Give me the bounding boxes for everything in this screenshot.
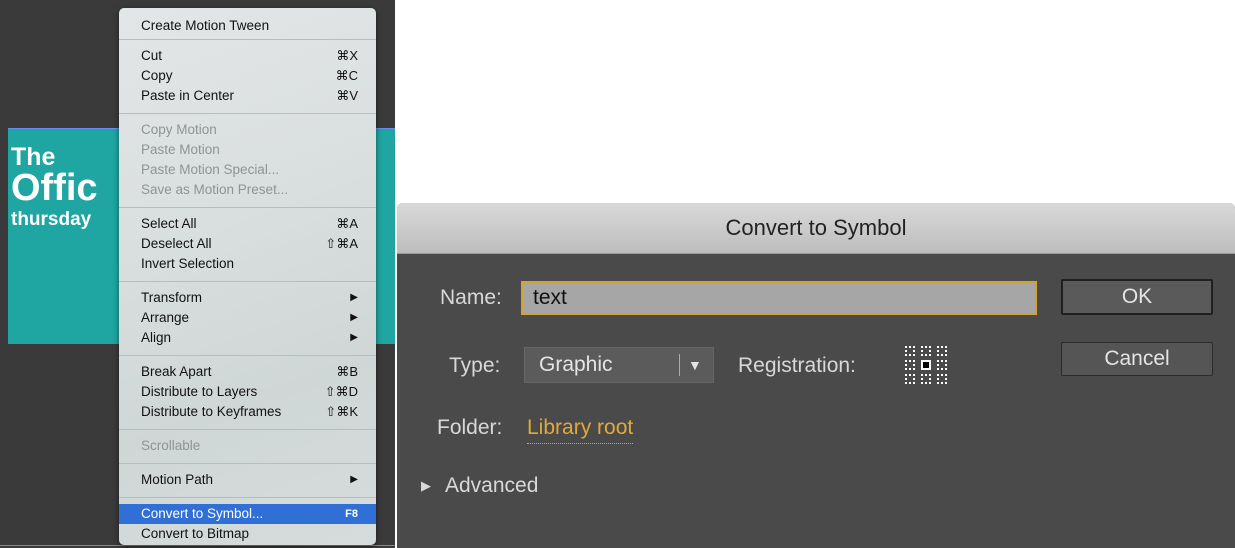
menu-separator	[119, 39, 376, 40]
menu-item-invert-selection[interactable]: Invert Selection	[119, 254, 376, 274]
name-label: Name:	[440, 286, 502, 309]
registration-point-top-left[interactable]	[905, 346, 915, 356]
registration-point-center[interactable]	[921, 360, 931, 370]
type-value: Graphic	[539, 353, 613, 376]
menu-item-shortcut: ⌘A	[336, 216, 358, 231]
registration-label: Registration:	[738, 354, 856, 377]
menu-item-label: Select All	[141, 216, 197, 231]
menu-item-label: Create Motion Tween	[141, 18, 270, 33]
menu-item-label: Copy	[141, 68, 173, 83]
menu-item-distribute-to-layers[interactable]: Distribute to Layers ⇧⌘D	[119, 382, 376, 402]
menu-item-align[interactable]: Align ▶	[119, 328, 376, 348]
menu-item-label: Transform	[141, 290, 203, 305]
menu-item-label: Break Apart	[141, 364, 212, 379]
menu-item-label: Align	[141, 330, 172, 345]
chevron-down-icon: ▼	[688, 357, 702, 373]
submenu-arrow-icon: ▶	[350, 474, 358, 485]
registration-grid[interactable]	[905, 346, 947, 384]
menu-separator	[119, 113, 376, 114]
menu-item-paste-in-center[interactable]: Paste in Center ⌘V	[119, 86, 376, 106]
menu-item-cut[interactable]: Cut ⌘X	[119, 46, 376, 66]
menu-item-paste-motion-special: Paste Motion Special...	[119, 160, 376, 180]
menu-item-paste-motion: Paste Motion	[119, 140, 376, 160]
menu-item-shortcut: ⇧⌘K	[325, 404, 358, 419]
menu-separator	[119, 497, 376, 498]
menu-separator	[119, 429, 376, 430]
menu-item-label: Copy Motion	[141, 122, 217, 137]
menu-item-shortcut: ⇧⌘A	[325, 236, 358, 251]
menu-item-copy-motion: Copy Motion	[119, 120, 376, 140]
stage-area: The Offic thursday Create Motion Tween Cu…	[0, 0, 395, 548]
menu-item-label: Scrollable	[141, 438, 201, 453]
menu-item-label: Motion Path	[141, 472, 214, 487]
menu-item-label: Distribute to Keyframes	[141, 404, 282, 419]
menu-separator	[119, 355, 376, 356]
menu-item-transform[interactable]: Transform ▶	[119, 288, 376, 308]
menu-item-convert-to-symbol[interactable]: Convert to Symbol... F8	[119, 504, 376, 524]
context-menu: Create Motion Tween Cut ⌘X Copy ⌘C Paste in C…	[119, 8, 376, 545]
ok-button[interactable]: OK	[1061, 279, 1213, 315]
registration-point-middle-left[interactable]	[905, 360, 915, 370]
stage-divider	[0, 545, 395, 546]
banner-text-line3: thursday	[11, 209, 92, 230]
menu-separator	[119, 281, 376, 282]
menu-separator	[119, 463, 376, 464]
submenu-arrow-icon: ▶	[350, 332, 358, 343]
name-input[interactable]	[521, 281, 1037, 315]
folder-link[interactable]: Library root	[527, 413, 634, 444]
submenu-arrow-icon: ▶	[350, 292, 358, 303]
menu-item-save-as-motion-preset: Save as Motion Preset...	[119, 180, 376, 200]
menu-item-deselect-all[interactable]: Deselect All ⇧⌘A	[119, 234, 376, 254]
menu-item-label: Deselect All	[141, 236, 212, 251]
dropdown-divider	[679, 354, 680, 376]
menu-item-label: Arrange	[141, 310, 190, 325]
menu-item-distribute-to-keyframes[interactable]: Distribute to Keyframes ⇧⌘K	[119, 402, 376, 422]
folder-label: Folder:	[437, 416, 503, 439]
registration-point-bottom-center[interactable]	[921, 374, 931, 384]
menu-item-label: Convert to Symbol...	[141, 506, 264, 521]
menu-separator	[119, 207, 376, 208]
type-label: Type:	[449, 354, 501, 377]
menu-item-shortcut: ⇧⌘D	[324, 384, 358, 399]
menu-item-label: Save as Motion Preset...	[141, 182, 289, 197]
disclosure-triangle-icon: ▶	[421, 478, 431, 493]
registration-point-top-right[interactable]	[937, 346, 947, 356]
registration-point-middle-right[interactable]	[937, 360, 947, 370]
menu-item-shortcut: ⌘V	[336, 88, 358, 103]
registration-point-bottom-right[interactable]	[937, 374, 947, 384]
menu-item-shortcut: ⌘B	[336, 364, 358, 379]
advanced-label: Advanced	[445, 474, 539, 497]
menu-item-convert-to-bitmap[interactable]: Convert to Bitmap	[119, 524, 376, 544]
menu-item-label: Paste Motion	[141, 142, 220, 157]
menu-item-shortcut: ⌘X	[336, 48, 358, 63]
menu-item-label: Paste Motion Special...	[141, 162, 280, 177]
menu-item-shortcut: F8	[345, 508, 358, 520]
menu-item-label: Distribute to Layers	[141, 384, 258, 399]
menu-item-scrollable: Scrollable	[119, 436, 376, 456]
menu-item-motion-path[interactable]: Motion Path ▶	[119, 470, 376, 490]
registration-point-bottom-left[interactable]	[905, 374, 915, 384]
menu-item-shortcut: ⌘C	[335, 68, 358, 83]
advanced-toggle[interactable]: ▶ Advanced	[421, 471, 538, 501]
menu-item-copy[interactable]: Copy ⌘C	[119, 66, 376, 86]
submenu-arrow-icon: ▶	[350, 312, 358, 323]
banner-text-line2: Offic	[11, 167, 98, 209]
menu-item-create-motion-tween[interactable]: Create Motion Tween	[119, 16, 376, 36]
convert-to-symbol-dialog: Convert to Symbol Name: OK Cancel Type: …	[397, 203, 1235, 548]
menu-item-select-all[interactable]: Select All ⌘A	[119, 214, 376, 234]
menu-item-label: Invert Selection	[141, 256, 235, 271]
cancel-button[interactable]: Cancel	[1061, 342, 1213, 376]
menu-item-label: Convert to Bitmap	[141, 526, 250, 541]
type-dropdown[interactable]: Graphic ▼	[524, 347, 714, 383]
menu-item-arrange[interactable]: Arrange ▶	[119, 308, 376, 328]
menu-item-break-apart[interactable]: Break Apart ⌘B	[119, 362, 376, 382]
dialog-title: Convert to Symbol	[397, 203, 1235, 254]
menu-item-label: Paste in Center	[141, 88, 235, 103]
registration-point-top-center[interactable]	[921, 346, 931, 356]
menu-item-label: Cut	[141, 48, 163, 63]
